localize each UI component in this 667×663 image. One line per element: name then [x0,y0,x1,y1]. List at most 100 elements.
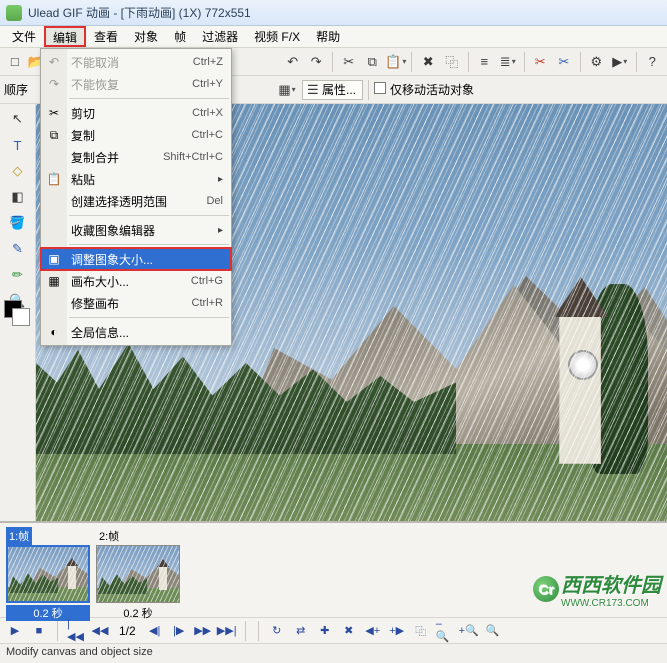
menu-对象[interactable]: 对象 [126,26,166,47]
playback-btn-2[interactable]: |◀◀ [67,622,85,640]
resize-image-icon: ▣ [46,251,62,267]
menu-帮助[interactable]: 帮助 [308,26,348,47]
canvas-size-icon: ▦ [46,273,62,289]
eyedropper-tool-glyph: ✎ [12,241,23,257]
preview-icon: ▶ [612,54,622,70]
optimize-icon[interactable]: ⚙ [586,51,608,73]
playback-btn-5[interactable]: |▶ [170,622,188,640]
menu-文件[interactable]: 文件 [4,26,44,47]
text-tool-glyph: T [14,138,22,153]
uncrop-icon: ✂ [535,54,546,70]
copy-icon[interactable]: ⧉ [361,51,383,73]
frame-left-icon[interactable]: ◀+ [364,622,382,640]
uncrop-icon[interactable]: ✂ [530,51,552,73]
cut-icon[interactable]: ✂ [338,51,360,73]
playback-btn-1[interactable]: ■ [30,622,48,640]
duplicate-icon: ⿻ [445,52,458,71]
brush-tool[interactable]: ✏ [7,264,29,286]
menu-视频 F/X[interactable]: 视频 F/X [246,26,308,47]
dup-frame-icon[interactable]: ⿻ [412,622,430,640]
menu-item-paste-icon[interactable]: 📋粘贴 [41,168,231,190]
eraser-tool[interactable]: ◧ [7,186,29,208]
undo-icon[interactable]: ↶ [282,51,304,73]
grid-toggle-icon[interactable]: ▦ [276,79,298,101]
playback-btn-7[interactable]: ▶▶| [218,622,236,640]
status-text: Modify canvas and object size [6,646,153,658]
frame-right-icon[interactable]: +▶ [388,622,406,640]
delete-icon: ✖ [423,54,434,70]
checkbox-icon [374,82,386,94]
menu-item-redo-icon: ↷不能恢复Ctrl+Y [41,73,231,95]
shape-tool-glyph: ◇ [13,163,23,179]
align-left-icon[interactable]: ≡ [473,51,495,73]
menu-编辑[interactable]: 编辑 [44,26,86,47]
text-tool[interactable]: T [7,134,29,156]
frame-2[interactable]: 2:帧0.2 秒 [96,527,180,621]
loop-icon[interactable]: ↻ [268,622,286,640]
playback-btn-6[interactable]: ▶▶ [194,622,212,640]
menu-item-fav-editor-icon[interactable]: 收藏图象编辑器 [41,219,231,241]
optimize-icon: ⚙ [590,54,602,70]
timeline-zoom-reset[interactable]: 🔍 [484,622,502,640]
paste-icon: 📋 [46,171,62,187]
menu-item-merge-copy-icon[interactable]: 复制合并Shift+Ctrl+C [41,146,231,168]
paste-icon: 📋 [385,54,401,70]
crop-icon[interactable]: ✂ [553,51,575,73]
paste-icon[interactable]: 📋 [385,51,407,73]
shape-tool[interactable]: ◇ [7,160,29,182]
playback-btn-3[interactable]: ◀◀ [91,622,109,640]
new-icon: □ [11,54,19,69]
delete-icon[interactable]: ✖ [417,51,439,73]
redo-icon[interactable]: ↷ [305,51,327,73]
status-bar: Modify canvas and object size [0,643,667,663]
grid-toggle-icon: ▦ [278,82,290,98]
titlebar: Ulead GIF 动画 - [下雨动画] (1X) 772x551 [0,0,667,26]
cut-icon: ✂ [343,54,354,70]
frame-thumbnail [6,545,90,603]
pointer-tool-glyph: ↖ [12,111,23,127]
pointer-tool[interactable]: ↖ [7,108,29,130]
delete-frame-icon[interactable]: ✖ [340,622,358,640]
timeline-zoom-in[interactable]: +🔍 [460,622,478,640]
copy-icon: ⧉ [46,127,62,143]
frame-1[interactable]: 1:帧0.2 秒 [6,527,90,621]
menu-item-select-transparent-icon[interactable]: 创建选择透明范围Del [41,190,231,212]
new-icon[interactable]: □ [4,51,26,73]
properties-button[interactable]: ☰ 属性... [302,80,363,100]
preview-icon[interactable]: ▶ [609,51,631,73]
playback-btn-0[interactable]: ▶ [6,622,24,640]
menu-item-global-info-icon[interactable]: ◐全局信息... [41,321,231,343]
menu-item-cut-icon[interactable]: ✂剪切Ctrl+X [41,102,231,124]
watermark-logo: Cr [533,576,559,602]
timeline-zoom-out[interactable]: –🔍 [436,622,454,640]
trim-canvas-icon [46,295,62,311]
menu-item-trim-canvas-icon[interactable]: 修整画布Ctrl+R [41,292,231,314]
menu-item-canvas-size-icon[interactable]: ▦画布大小...Ctrl+G [41,270,231,292]
menu-帧[interactable]: 帧 [166,26,194,47]
label-顺序: 顺序 [4,81,28,98]
redo-icon: ↷ [46,76,62,92]
app-icon [6,5,22,21]
menu-查看[interactable]: 查看 [86,26,126,47]
bucket-tool[interactable]: 🪣 [7,212,29,234]
menu-过滤器[interactable]: 过滤器 [194,26,246,47]
duplicate-icon[interactable]: ⿻ [441,51,463,73]
background-color[interactable] [12,308,30,326]
align-center-icon[interactable]: ≣ [497,51,519,73]
align-center-icon: ≣ [500,54,511,70]
eyedropper-tool[interactable]: ✎ [7,238,29,260]
menu-item-resize-image-icon[interactable]: ▣调整图象大小... [41,248,231,270]
frame-label: 2:帧 [96,527,122,545]
help-icon[interactable]: ? [642,51,664,73]
menu-item-copy-icon[interactable]: ⧉复制Ctrl+C [41,124,231,146]
watermark: Cr 西西软件园 WWW.CR173.COM [533,569,661,609]
move-active-only-checkbox[interactable]: 仅移动活动对象 [374,81,474,98]
fav-editor-icon [46,222,62,238]
playback-btn-4[interactable]: ◀| [146,622,164,640]
merge-copy-icon [46,149,62,165]
undo-icon: ↶ [46,54,62,70]
frame-label: 1:帧 [6,527,32,545]
reverse-icon[interactable]: ⇄ [292,622,310,640]
add-frame-icon[interactable]: ✚ [316,622,334,640]
copy-icon: ⧉ [368,54,377,70]
